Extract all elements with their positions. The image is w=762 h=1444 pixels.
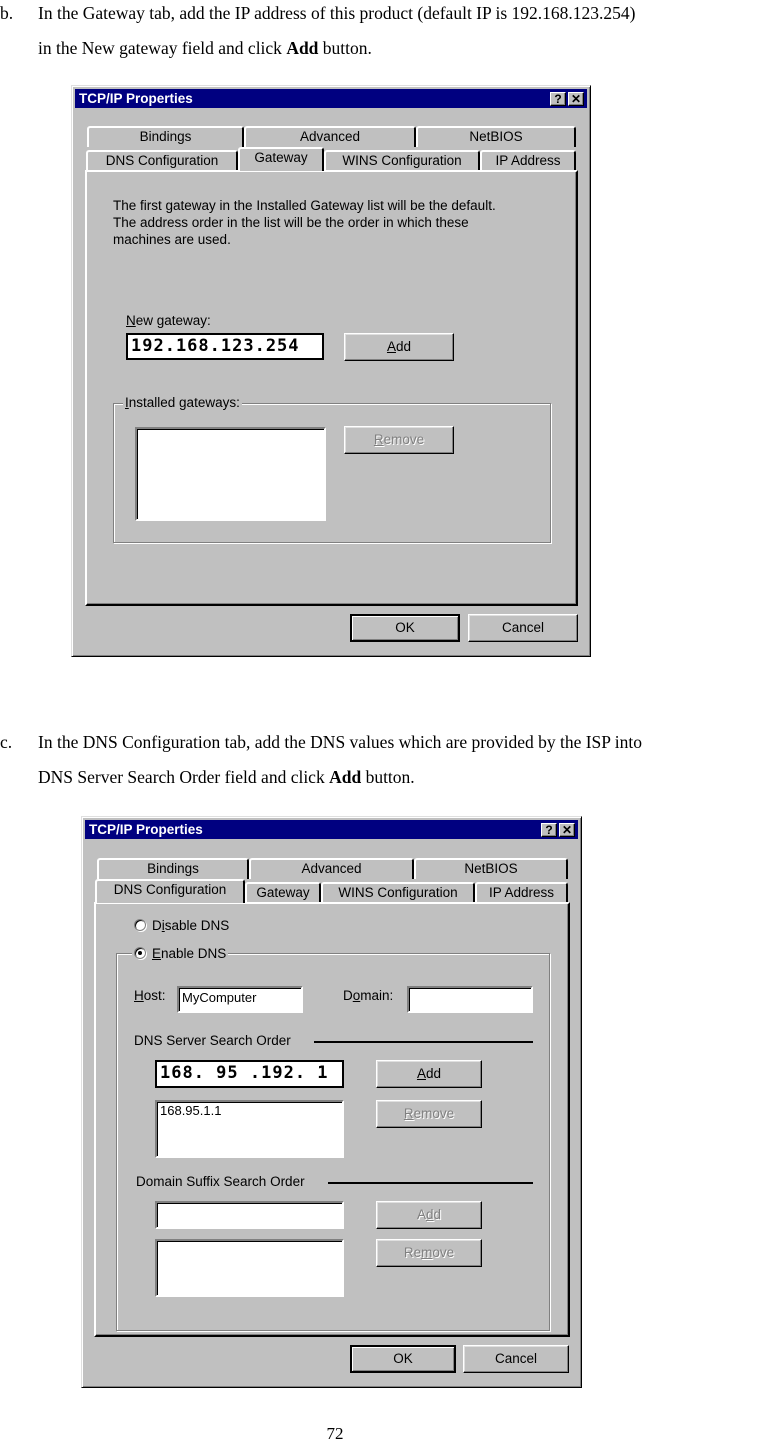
close-icon[interactable]: ✕ bbox=[559, 823, 575, 837]
remove-gateway-button[interactable]: Remove bbox=[344, 426, 454, 454]
dialog-title: TCP/IP Properties bbox=[79, 91, 193, 106]
disable-dns-radio[interactable]: Disable DNS bbox=[134, 918, 229, 934]
step-c-line1: In the DNS Configuration tab, add the DN… bbox=[38, 732, 642, 752]
dns-server-list[interactable]: 168.95.1.1 bbox=[155, 1100, 344, 1158]
page-number: 72 bbox=[326, 1424, 344, 1443]
host-input[interactable]: MyComputer bbox=[177, 986, 303, 1013]
domain-input[interactable] bbox=[407, 986, 533, 1013]
tab-bindings[interactable]: Bindings bbox=[97, 858, 249, 879]
tab-advanced[interactable]: Advanced bbox=[244, 126, 416, 147]
new-gateway-input[interactable]: 192.168.123.254 bbox=[126, 333, 324, 360]
step-b-line1: In the Gateway tab, add the IP address o… bbox=[38, 3, 636, 23]
description-line1: The first gateway in the Installed Gatew… bbox=[113, 198, 496, 213]
help-icon[interactable]: ? bbox=[541, 823, 557, 837]
suffix-add-button[interactable]: Add bbox=[376, 1201, 482, 1229]
step-c-add-emphasis: Add bbox=[329, 767, 362, 787]
step-b-line2-end: button. bbox=[318, 38, 372, 58]
step-b-instruction: b. In the Gateway tab, add the IP addres… bbox=[0, 3, 762, 58]
domain-suffix-search-order-label: Domain Suffix Search Order bbox=[136, 1174, 305, 1189]
section-divider bbox=[328, 1182, 533, 1184]
tab-bindings[interactable]: Bindings bbox=[87, 126, 244, 147]
radio-checked-icon bbox=[134, 947, 146, 959]
tab-ip-address[interactable]: IP Address bbox=[475, 882, 568, 903]
step-c-line2: DNS Server Search Order field and click … bbox=[38, 768, 415, 787]
tab-dns-configuration[interactable]: DNS Configuration bbox=[95, 879, 245, 903]
radio-unchecked-icon bbox=[134, 919, 146, 931]
title-bar: TCP/IP Properties ? ✕ bbox=[85, 820, 578, 839]
dns-add-button[interactable]: Add bbox=[376, 1060, 482, 1088]
enable-dns-radio[interactable]: Enable DNS bbox=[132, 946, 229, 962]
suffix-remove-button[interactable]: Remove bbox=[376, 1239, 482, 1267]
step-b-line2-text: in the New gateway field and click bbox=[38, 38, 287, 58]
ok-button[interactable]: OK bbox=[350, 1345, 456, 1373]
tab-advanced[interactable]: Advanced bbox=[249, 858, 414, 879]
new-gateway-label: NNew gateway:ew gateway: bbox=[126, 313, 211, 328]
dns-remove-button[interactable]: Remove bbox=[376, 1100, 482, 1128]
tcpip-properties-dialog-gateway: TCP/IP Properties ? ✕ Bindings Advanced … bbox=[71, 85, 591, 657]
step-c-line2-text: DNS Server Search Order field and click bbox=[38, 767, 330, 787]
tab-netbios[interactable]: NetBIOS bbox=[414, 858, 568, 879]
description-line2: The address order in the list will be th… bbox=[113, 215, 469, 230]
section-divider bbox=[314, 1041, 533, 1043]
dns-server-input[interactable]: 168. 95 .192. 1 bbox=[155, 1060, 344, 1088]
ok-button[interactable]: OK bbox=[350, 614, 460, 642]
close-icon[interactable]: ✕ bbox=[568, 92, 584, 106]
dns-server-search-order-label: DNS Server Search Order bbox=[134, 1033, 291, 1048]
tab-wins-configuration[interactable]: WINS Configuration bbox=[321, 882, 475, 903]
domain-label: Domain: bbox=[343, 988, 394, 1003]
domain-suffix-list[interactable] bbox=[155, 1239, 344, 1297]
description-line3: machines are used. bbox=[113, 232, 231, 247]
step-b-add-emphasis: Add bbox=[286, 38, 319, 58]
dns-server-list-item[interactable]: 168.95.1.1 bbox=[160, 1103, 342, 1119]
help-icon[interactable]: ? bbox=[550, 92, 566, 106]
dns-tab-panel: Disable DNS Enable DNS Host: MyComputer … bbox=[94, 902, 570, 1337]
dialog-title: TCP/IP Properties bbox=[89, 822, 203, 837]
step-b-marker: b. bbox=[0, 3, 14, 23]
title-bar: TCP/IP Properties ? ✕ bbox=[75, 89, 587, 108]
step-c-instruction: c. In the DNS Configuration tab, add the… bbox=[0, 732, 762, 787]
gateway-tab-panel: The first gateway in the Installed Gatew… bbox=[85, 170, 578, 606]
tab-dns-configuration[interactable]: DNS Configuration bbox=[86, 150, 238, 171]
step-b-line2: in the New gateway field and click Add b… bbox=[38, 39, 372, 58]
step-c-line2-end: button. bbox=[361, 767, 415, 787]
tab-ip-address[interactable]: IP Address bbox=[480, 150, 576, 171]
installed-gateways-list[interactable] bbox=[135, 427, 326, 521]
domain-suffix-input[interactable] bbox=[155, 1201, 344, 1229]
cancel-button[interactable]: Cancel bbox=[468, 614, 578, 642]
add-gateway-button[interactable]: Add bbox=[344, 333, 454, 361]
cancel-button[interactable]: Cancel bbox=[463, 1345, 569, 1373]
tab-gateway[interactable]: Gateway bbox=[245, 882, 321, 903]
host-label: Host: bbox=[134, 988, 166, 1003]
step-c-marker: c. bbox=[0, 732, 13, 752]
tab-wins-configuration[interactable]: WINS Configuration bbox=[324, 150, 480, 171]
installed-gateways-label: Installed gateways: bbox=[123, 395, 242, 411]
tab-gateway[interactable]: Gateway bbox=[238, 147, 324, 171]
tab-netbios[interactable]: NetBIOS bbox=[416, 126, 576, 147]
tcpip-properties-dialog-dns: TCP/IP Properties ? ✕ Bindings Advanced … bbox=[81, 816, 582, 1388]
